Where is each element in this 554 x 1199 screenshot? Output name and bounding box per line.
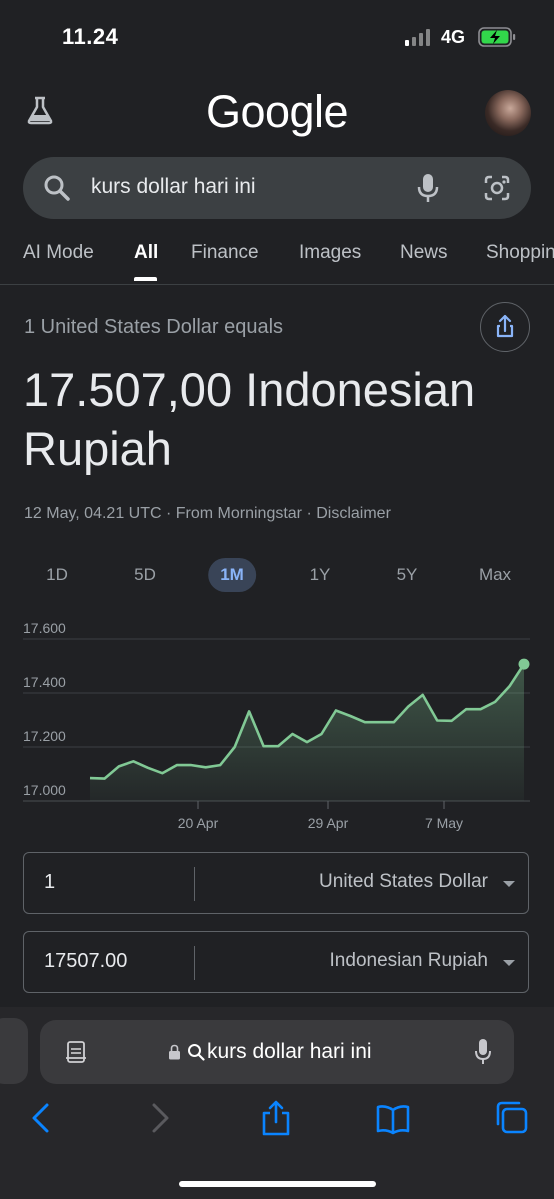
conversion-result: 17.507,00 Indonesian Rupiah xyxy=(23,360,533,478)
from-currency-row: 1 United States Dollar xyxy=(23,852,529,914)
address-bar[interactable]: kurs dollar hari ini xyxy=(40,1020,514,1084)
to-currency-row: 17507.00 Indonesian Rupiah xyxy=(23,931,529,993)
tab-shopping[interactable]: Shoppin xyxy=(486,242,554,264)
bookmarks-icon[interactable] xyxy=(376,1100,410,1136)
previous-tab-preview[interactable] xyxy=(0,1018,28,1084)
conversion-result-line-2: Rupiah xyxy=(23,422,172,475)
tab-images[interactable]: Images xyxy=(299,242,361,264)
divider xyxy=(194,946,195,980)
from-currency-select[interactable]: United States Dollar xyxy=(319,871,488,893)
tab-all[interactable]: All xyxy=(134,242,158,264)
y-tick-label: 17.600 xyxy=(23,620,66,636)
dropdown-caret-icon[interactable] xyxy=(503,960,515,966)
lock-icon xyxy=(169,1044,180,1060)
y-tick-label: 17.400 xyxy=(23,674,66,690)
range-5y[interactable]: 5Y xyxy=(397,565,418,585)
share-button[interactable] xyxy=(480,302,530,352)
share-icon xyxy=(496,314,514,338)
forward-icon[interactable] xyxy=(143,1100,177,1136)
to-amount-input[interactable]: 17507.00 xyxy=(44,950,127,973)
source-meta: 12 May, 04.21 UTC · From Morningstar · D… xyxy=(24,505,391,522)
tabs-icon[interactable] xyxy=(494,1100,528,1136)
microphone-icon[interactable] xyxy=(416,173,440,203)
tab-news[interactable]: News xyxy=(400,242,448,264)
back-icon[interactable] xyxy=(24,1100,58,1136)
divider xyxy=(194,867,195,901)
y-tick-label: 17.000 xyxy=(23,782,66,798)
active-tab-indicator xyxy=(134,277,157,281)
x-tick-label: 29 Apr xyxy=(308,815,349,831)
currency-equals-label: 1 United States Dollar equals xyxy=(24,316,284,338)
status-time: 11.24 xyxy=(62,24,119,49)
range-5d[interactable]: 5D xyxy=(134,565,156,585)
range-1y[interactable]: 1Y xyxy=(310,565,331,585)
range-1d[interactable]: 1D xyxy=(46,565,68,585)
conversion-result-line-1: 17.507,00 Indonesian xyxy=(23,363,476,416)
chart-area-fill xyxy=(90,664,524,801)
search-icon xyxy=(188,1044,205,1061)
x-tick-label: 20 Apr xyxy=(178,815,219,831)
url-text[interactable]: kurs dollar hari ini xyxy=(207,1040,372,1064)
microphone-icon[interactable] xyxy=(474,1038,492,1066)
dropdown-caret-icon[interactable] xyxy=(503,881,515,887)
range-1m[interactable]: 1M xyxy=(208,558,256,592)
to-currency-select[interactable]: Indonesian Rupiah xyxy=(330,950,488,972)
avatar[interactable] xyxy=(485,90,531,136)
camera-lens-icon[interactable] xyxy=(483,174,511,202)
search-box[interactable]: kurs dollar hari ini xyxy=(23,157,531,219)
range-max[interactable]: Max xyxy=(479,565,511,585)
chart-latest-point xyxy=(518,658,530,670)
search-tabs: AI Mode All Finance Images News Shoppin xyxy=(0,240,554,285)
search-icon xyxy=(44,175,70,201)
from-amount-input[interactable]: 1 xyxy=(44,871,55,894)
tab-finance[interactable]: Finance xyxy=(191,242,259,264)
network-type: 4G xyxy=(441,27,466,47)
tab-ai-mode[interactable]: AI Mode xyxy=(23,242,94,264)
google-logo[interactable]: Google xyxy=(0,86,554,138)
home-indicator[interactable] xyxy=(179,1181,376,1187)
search-query[interactable]: kurs dollar hari ini xyxy=(91,175,256,199)
x-tick-label: 7 May xyxy=(425,815,463,831)
y-tick-label: 17.200 xyxy=(23,728,66,744)
page-menu-icon[interactable] xyxy=(65,1041,87,1063)
exchange-rate-chart[interactable]: 17.600 17.400 17.200 17.000 20 Apr 29 Apr 7 Ma… xyxy=(0,620,554,840)
battery-charging-icon xyxy=(478,27,516,47)
share-icon[interactable] xyxy=(259,1100,293,1136)
cellular-signal-icon xyxy=(405,28,433,46)
